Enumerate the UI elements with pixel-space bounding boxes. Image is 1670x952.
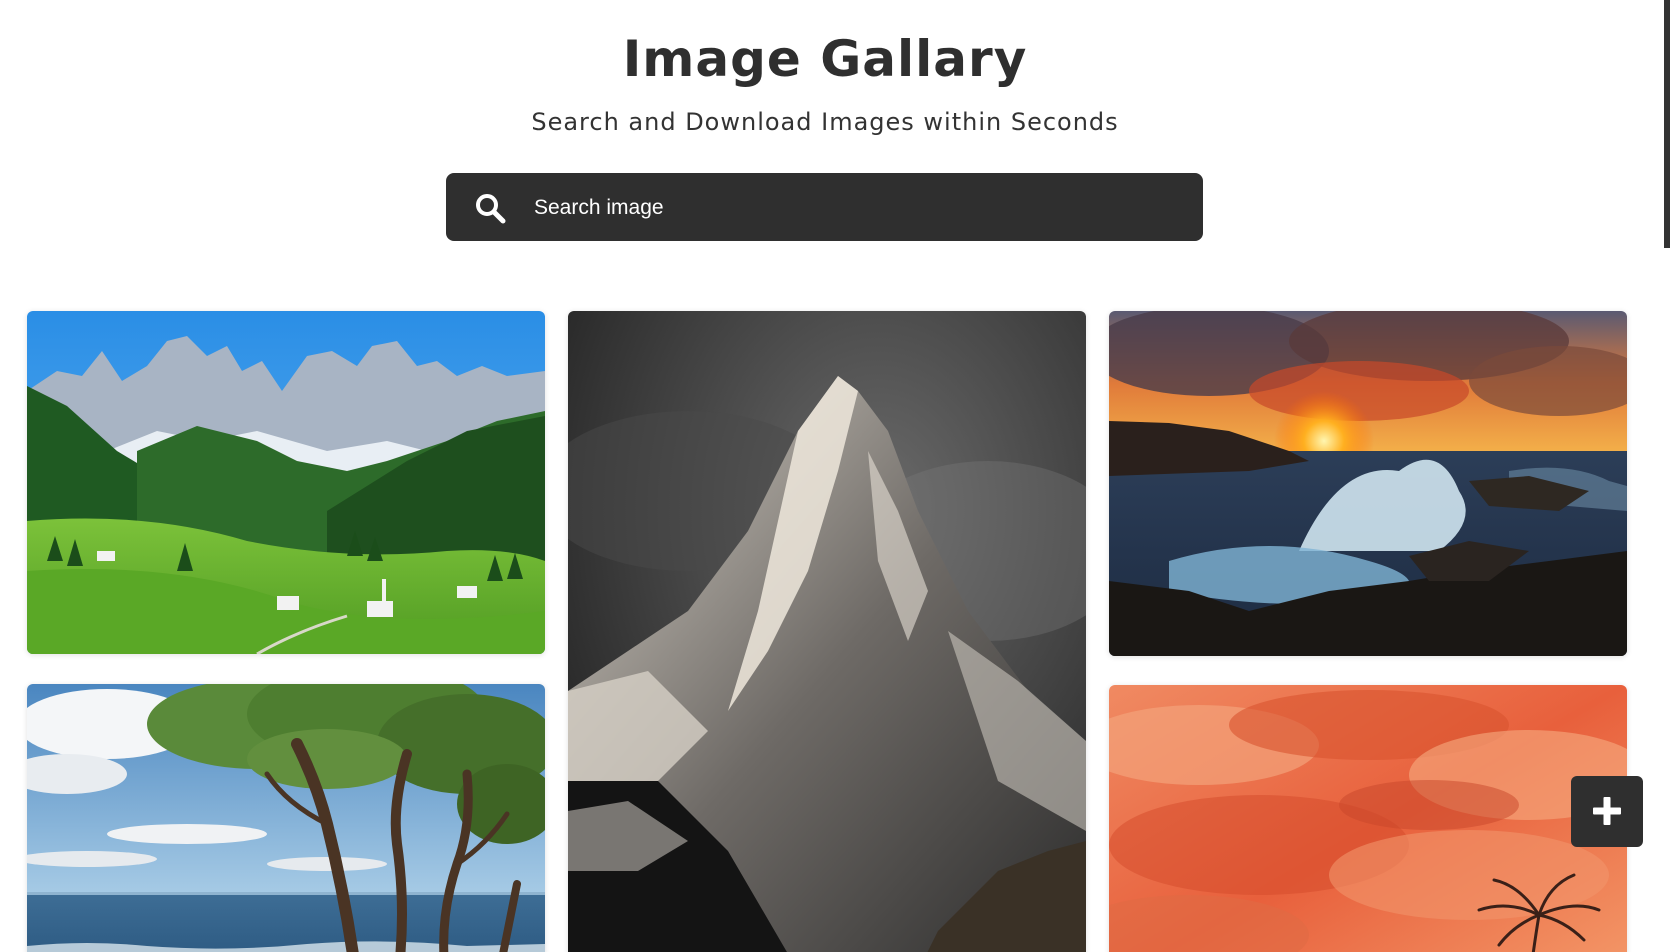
page-subtitle: Search and Download Images within Second… <box>531 108 1119 136</box>
scrollbar-thumb[interactable] <box>1664 0 1670 248</box>
gallery-image-alpine-valley[interactable] <box>27 311 545 654</box>
search-input[interactable] <box>532 173 1186 243</box>
gallery-image-orange-sky[interactable] <box>1109 685 1627 952</box>
search-icon[interactable] <box>474 192 506 224</box>
search-bar[interactable] <box>446 173 1203 243</box>
gallery-image-mountain-peak[interactable] <box>568 311 1086 952</box>
gallery-image-ocean-sunset[interactable] <box>1109 311 1627 656</box>
page: Image Gallary Search and Download Images… <box>0 0 1670 952</box>
add-button[interactable] <box>1571 776 1643 847</box>
plus-icon <box>1591 795 1623 827</box>
page-title: Image Gallary <box>622 30 1028 88</box>
scrollbar-track[interactable] <box>1658 0 1670 952</box>
gallery-image-beach-trees[interactable] <box>27 684 545 952</box>
